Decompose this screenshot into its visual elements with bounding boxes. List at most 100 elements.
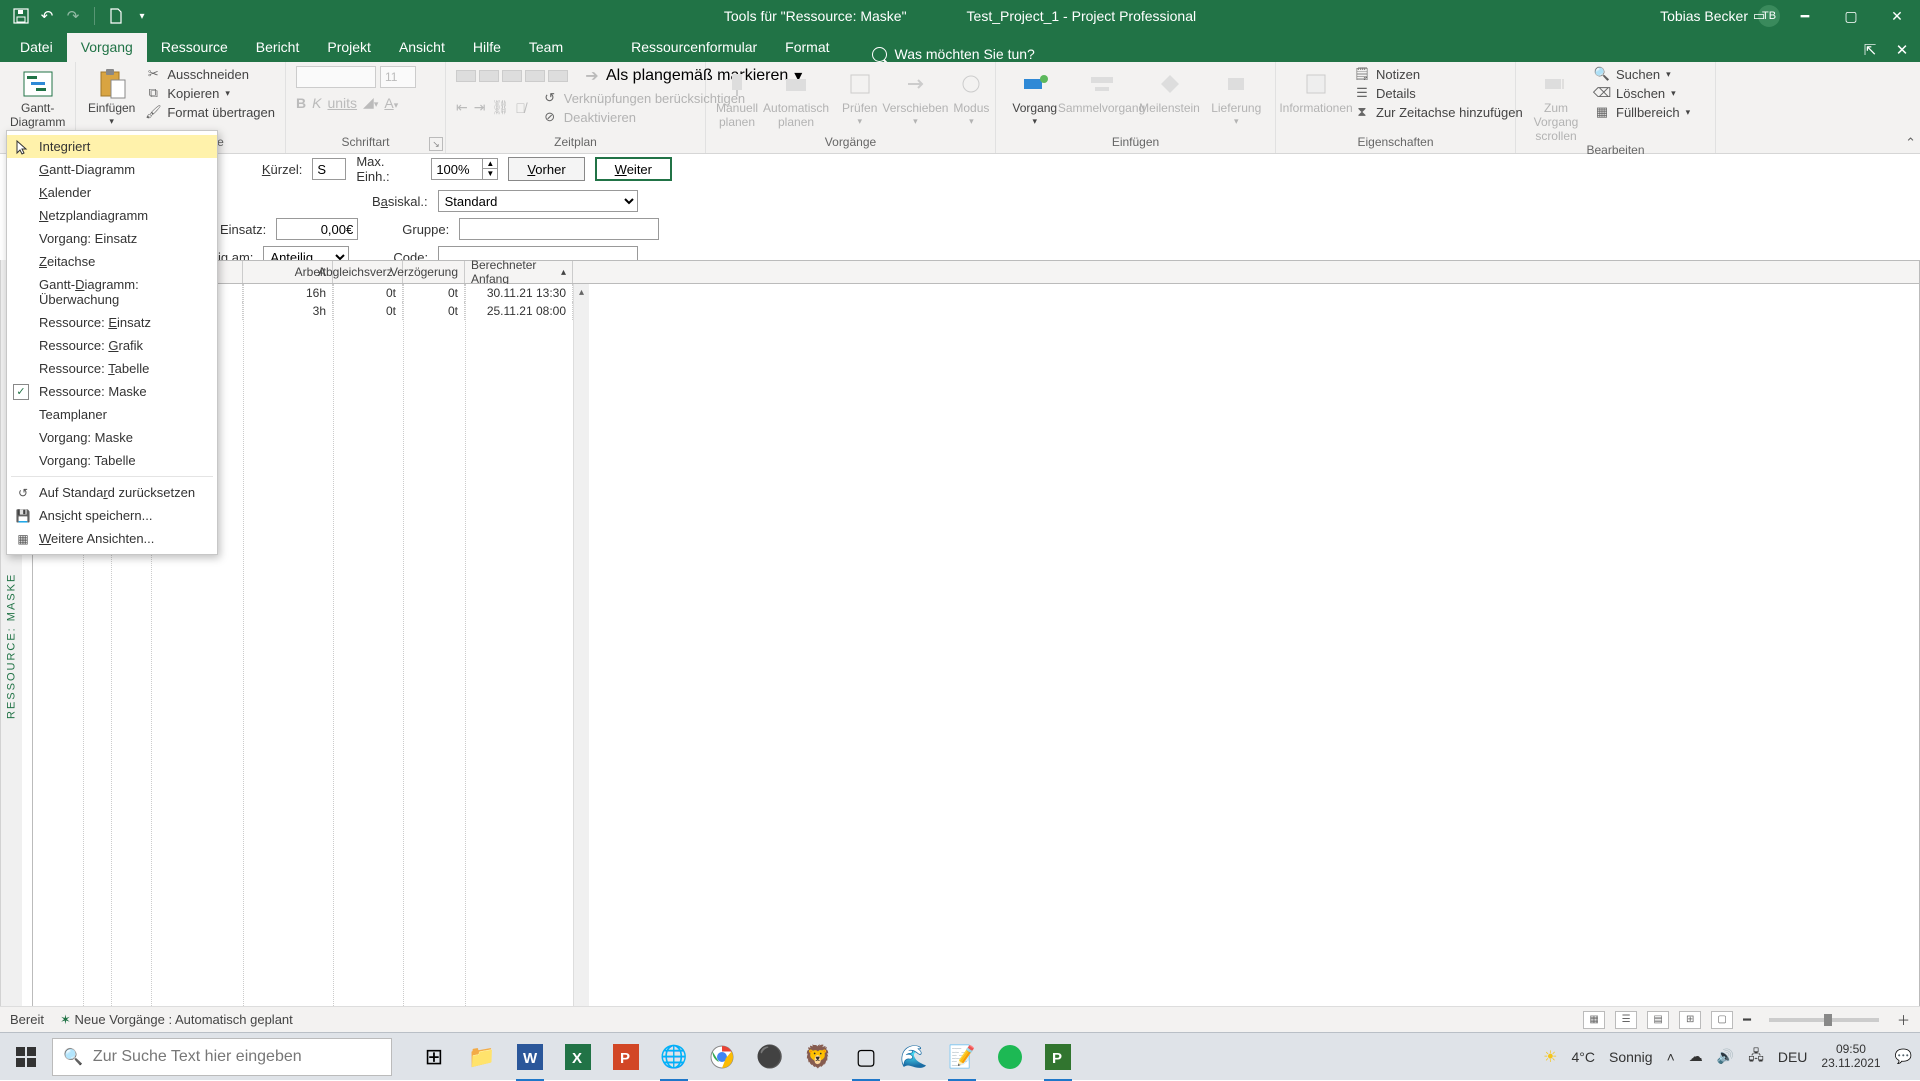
notepad-icon[interactable]: 📝 xyxy=(940,1033,984,1081)
task-view-icon[interactable]: ⊞ xyxy=(412,1033,456,1081)
view-shortcut-3[interactable]: ▤ xyxy=(1647,1011,1669,1029)
zoom-in-icon[interactable]: ＋ xyxy=(1897,1010,1910,1029)
taskbar-search[interactable]: 🔍 Zur Suche Text hier eingeben xyxy=(52,1038,392,1076)
maxunits-input[interactable] xyxy=(431,158,483,180)
column-start[interactable]: Berechneter Anfang ▴ xyxy=(465,261,573,283)
tab-view[interactable]: Ansicht xyxy=(385,33,459,62)
paste-button[interactable]: Einfügen ▾ xyxy=(86,66,137,126)
group-input[interactable] xyxy=(459,218,659,240)
view-item-integrated[interactable]: Integriert xyxy=(7,135,217,158)
view-reset-default[interactable]: ↺Auf Standard zurücksetzen xyxy=(7,481,217,504)
network-icon[interactable]: 🖧 xyxy=(1748,1045,1764,1069)
short-input[interactable] xyxy=(312,158,346,180)
ribbon-display-icon[interactable]: ▭ xyxy=(1736,0,1782,32)
maximize-icon[interactable]: ▢ xyxy=(1828,0,1874,32)
save-icon[interactable] xyxy=(12,7,30,25)
previous-button[interactable]: Vorher xyxy=(508,157,584,181)
collapse-ribbon-icon[interactable]: ⌃ xyxy=(1905,135,1916,151)
task-button[interactable]: Vorgang▾ xyxy=(1006,66,1064,126)
chrome-icon[interactable] xyxy=(700,1033,744,1081)
indent-icon: ⇥ xyxy=(474,99,486,116)
zoom-out-icon[interactable]: ━ xyxy=(1743,1012,1751,1028)
view-item-task-sheet[interactable]: Vorgang: Tabelle xyxy=(7,449,217,472)
view-item-res-sheet[interactable]: Ressource: Tabelle xyxy=(7,357,217,380)
powerpoint-icon[interactable]: P xyxy=(604,1033,648,1081)
redo-icon[interactable]: ↷ xyxy=(64,7,82,25)
tab-report[interactable]: Bericht xyxy=(242,33,314,62)
group-insert-label: Einfügen xyxy=(1006,135,1265,151)
view-save[interactable]: 💾Ansicht speichern... xyxy=(7,504,217,527)
view-item-task-usage[interactable]: Vorgang: Einsatz xyxy=(7,227,217,250)
view-shortcut-1[interactable]: ▦ xyxy=(1583,1011,1605,1029)
spinner-up-icon[interactable]: ▲ xyxy=(483,159,497,169)
excel-icon[interactable]: X xyxy=(556,1033,600,1081)
view-item-task-form[interactable]: Vorgang: Maske xyxy=(7,426,217,449)
cost-input[interactable] xyxy=(276,218,358,240)
tray-chevron-icon[interactable]: ˄ xyxy=(1667,1049,1675,1065)
view-item-tracking-gantt[interactable]: Gantt-Diagramm: Überwachung xyxy=(7,273,217,311)
cut-button[interactable]: ✂Ausschneiden xyxy=(145,66,275,82)
view-item-network[interactable]: Netzplandiagramm xyxy=(7,204,217,227)
basecal-select[interactable]: Standard xyxy=(438,190,638,212)
undo-icon[interactable]: ↶ xyxy=(38,7,56,25)
tab-team[interactable]: Team xyxy=(515,33,577,62)
word-icon[interactable]: W xyxy=(508,1033,552,1081)
close-icon[interactable]: ✕ xyxy=(1874,0,1920,32)
view-item-calendar[interactable]: Kalender xyxy=(7,181,217,204)
view-item-res-form[interactable]: ✓Ressource: Maske xyxy=(7,380,217,403)
tab-resource[interactable]: Ressource xyxy=(147,33,242,62)
file-icon[interactable] xyxy=(107,7,125,25)
view-item-res-graph[interactable]: Ressource: Grafik xyxy=(7,334,217,357)
qat-customize-icon[interactable]: ▾ xyxy=(133,7,151,25)
spotify-icon[interactable] xyxy=(988,1033,1032,1081)
project-icon[interactable]: P xyxy=(1036,1033,1080,1081)
tab-format[interactable]: Format xyxy=(771,33,843,62)
notifications-icon[interactable]: 💬 xyxy=(1895,1048,1912,1065)
scroll-up-icon[interactable]: ▴ xyxy=(574,284,589,300)
font-dialog-launcher[interactable]: ↘ xyxy=(429,137,443,151)
brave-icon[interactable]: 🦁 xyxy=(796,1033,840,1081)
close-pane-icon[interactable]: ✕ xyxy=(1890,38,1914,62)
view-item-timeline[interactable]: Zeitachse xyxy=(7,250,217,273)
view-item-gantt[interactable]: Gantt-Diagramm xyxy=(7,158,217,181)
vertical-scrollbar[interactable]: ▴ ▾ xyxy=(573,284,589,1032)
details-button[interactable]: ☰Details xyxy=(1354,85,1523,101)
obs-icon[interactable]: ⚫ xyxy=(748,1033,792,1081)
next-button[interactable]: Weiter xyxy=(595,157,672,181)
onedrive-icon[interactable]: ☁ xyxy=(1689,1048,1703,1065)
volume-icon[interactable]: 🔊 xyxy=(1717,1048,1734,1065)
status-newtasks[interactable]: ✶ Neue Vorgänge : Automatisch geplant xyxy=(60,1012,293,1028)
view-shortcut-5[interactable]: ▢ xyxy=(1711,1011,1733,1029)
table-row[interactable]: 16h 0t 0t 30.11.21 13:30 xyxy=(33,284,1919,302)
start-button[interactable] xyxy=(0,1033,52,1081)
table-row[interactable]: 3h 0t 0t 25.11.21 08:00 xyxy=(33,302,1919,320)
notion-icon[interactable]: ▢ xyxy=(844,1033,888,1081)
explorer-icon[interactable]: 📁 xyxy=(460,1033,504,1081)
tab-project[interactable]: Projekt xyxy=(313,33,385,62)
weather-desc[interactable]: Sonnig xyxy=(1609,1049,1653,1065)
zoom-slider[interactable] xyxy=(1769,1018,1879,1022)
copy-button[interactable]: ⧉Kopieren ▾ xyxy=(145,85,275,101)
find-button[interactable]: 🔍Suchen ▾ xyxy=(1594,66,1690,82)
language-indicator[interactable]: DEU xyxy=(1778,1049,1808,1065)
clock[interactable]: 09:50 23.11.2021 xyxy=(1821,1043,1880,1071)
view-shortcut-2[interactable]: ☰ xyxy=(1615,1011,1637,1029)
tab-file[interactable]: Datei xyxy=(6,33,67,62)
view-shortcut-4[interactable]: ⊞ xyxy=(1679,1011,1701,1029)
column-delay[interactable]: Verzögerung xyxy=(403,261,465,283)
minimize-icon[interactable]: ━ xyxy=(1782,0,1828,32)
edge-icon[interactable]: 🌊 xyxy=(892,1033,936,1081)
weather-icon[interactable]: ☀ xyxy=(1543,1047,1557,1067)
weather-temp[interactable]: 4°C xyxy=(1571,1049,1595,1065)
view-more[interactable]: ▦Weitere Ansichten... xyxy=(7,527,217,550)
spinner-down-icon[interactable]: ▼ xyxy=(483,169,497,179)
tell-me[interactable]: Was möchten Sie tun? xyxy=(872,46,1035,62)
tab-resource-form[interactable]: Ressourcenformular xyxy=(617,33,771,62)
share-icon[interactable]: ⇱ xyxy=(1858,38,1882,62)
tab-task[interactable]: Vorgang xyxy=(67,33,147,62)
grid-body[interactable]: 16h 0t 0t 30.11.21 13:30 3h 0t 0t 25.11.… xyxy=(32,284,1920,1032)
view-item-teamplanner[interactable]: Teamplaner xyxy=(7,403,217,426)
view-item-res-usage[interactable]: Ressource: Einsatz xyxy=(7,311,217,334)
edge-legacy-icon[interactable]: 🌐 xyxy=(652,1033,696,1081)
tab-help[interactable]: Hilfe xyxy=(459,33,515,62)
